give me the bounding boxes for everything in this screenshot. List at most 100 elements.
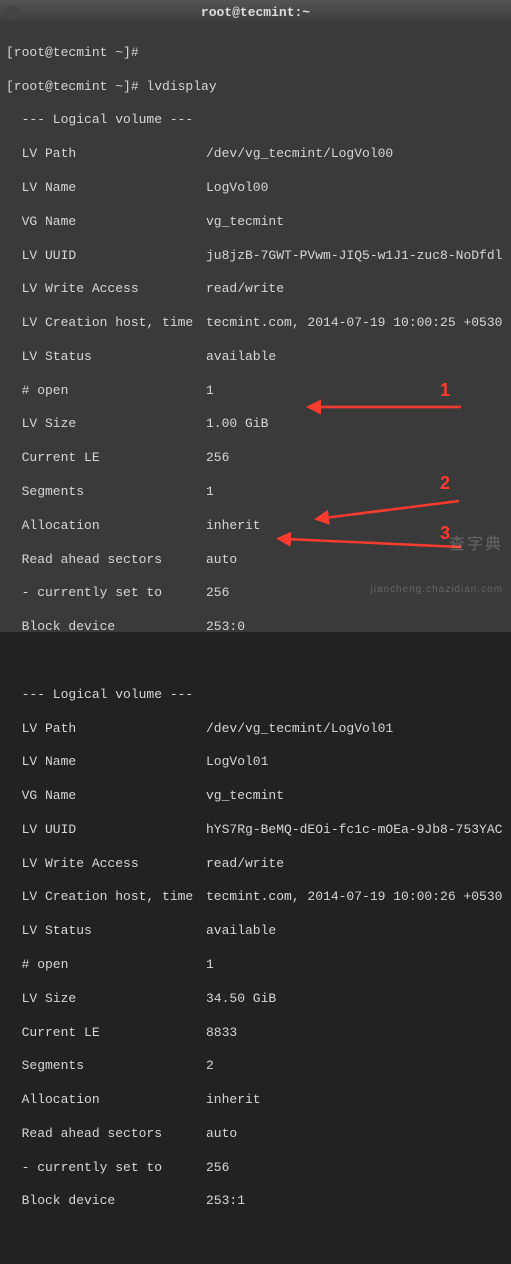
lv-row: Current LE256 (6, 450, 505, 467)
lv-key: LV Status (6, 923, 206, 940)
lv-row: - currently set to256 (6, 1160, 505, 1177)
lv-value: available (206, 923, 276, 938)
lv-row: LV UUIDju8jzB-7GWT-PVwm-JIQ5-w1J1-zuc8-N… (6, 248, 505, 265)
lv-key: # open (6, 383, 206, 400)
lv-key: VG Name (6, 788, 206, 805)
lv-value: 1.00 GiB (206, 416, 268, 431)
lv-value: inherit (206, 518, 261, 533)
annotation-label-2: 2 (440, 472, 450, 495)
lv-value: auto (206, 1126, 237, 1141)
lv-value: 256 (206, 585, 229, 600)
lv-key: Allocation (6, 518, 206, 535)
lv-key: Allocation (6, 1092, 206, 1109)
lv-row: VG Namevg_tecmint (6, 788, 505, 805)
section-header: --- Logical volume --- (6, 112, 505, 129)
lv-key: Read ahead sectors (6, 552, 206, 569)
prompt-line: [root@tecmint ~]# (6, 45, 505, 62)
lv-value: LogVol00 (206, 180, 268, 195)
lv-value: /dev/vg_tecmint/LogVol01 (206, 721, 393, 736)
watermark: 查字典 jiaocheng.chazidian.com (370, 505, 503, 626)
lv-key: LV Name (6, 754, 206, 771)
lv-value: vg_tecmint (206, 788, 284, 803)
watermark-line1: 查字典 (370, 536, 503, 554)
lv-key: LV Name (6, 180, 206, 197)
lv-key: Read ahead sectors (6, 1126, 206, 1143)
lv-key: LV Path (6, 721, 206, 738)
lv-value: 2 (206, 1058, 214, 1073)
lv-key: LV Size (6, 416, 206, 433)
lv-key: Current LE (6, 450, 206, 467)
lv-row: LV Statusavailable (6, 923, 505, 940)
lv-value: 253:1 (206, 1193, 245, 1208)
command-line: [root@tecmint ~]# lvdisplay (6, 79, 505, 96)
lv-key: Current LE (6, 1025, 206, 1042)
blank-line (6, 653, 505, 670)
lv-value: 256 (206, 1160, 229, 1175)
lv-key: LV Status (6, 349, 206, 366)
watermark-line2: jiaocheng.chazidian.com (370, 584, 503, 595)
lv-value: /dev/vg_tecmint/LogVol00 (206, 146, 393, 161)
lv-value: 1 (206, 484, 214, 499)
lv-row: LV NameLogVol01 (6, 754, 505, 771)
lv-key: LV Creation host, time (6, 889, 206, 906)
lv-key: VG Name (6, 214, 206, 231)
lv-key: LV Creation host, time (6, 315, 206, 332)
lv-row: LV Path/dev/vg_tecmint/LogVol00 (6, 146, 505, 163)
lv-row: LV UUIDhYS7Rg-BeMQ-dEOi-fc1c-mOEa-9Jb8-7… (6, 822, 505, 839)
lv-row: LV NameLogVol00 (6, 180, 505, 197)
lv-row: LV Size34.50 GiB (6, 991, 505, 1008)
lv-value: 8833 (206, 1025, 237, 1040)
lv-value: inherit (206, 1092, 261, 1107)
lv-value: hYS7Rg-BeMQ-dEOi-fc1c-mOEa-9Jb8-753YAC (206, 822, 502, 837)
lv-value: read/write (206, 281, 284, 296)
lv-key: LV UUID (6, 822, 206, 839)
lv-key: - currently set to (6, 585, 206, 602)
section-header: --- Logical volume --- (6, 687, 505, 704)
lv-row: Segments1 (6, 484, 505, 501)
annotation-label-1: 1 (440, 379, 450, 402)
lv-row: LV Creation host, timetecmint.com, 2014-… (6, 315, 505, 332)
lv-value: 1 (206, 383, 214, 398)
lv-row: LV Path/dev/vg_tecmint/LogVol01 (6, 721, 505, 738)
lv-row: LV Write Accessread/write (6, 856, 505, 873)
lv-value: 34.50 GiB (206, 991, 276, 1006)
lv-value: tecmint.com, 2014-07-19 10:00:25 +0530 (206, 315, 502, 330)
lv-key: Segments (6, 1058, 206, 1075)
lv-row: Current LE8833 (6, 1025, 505, 1042)
lv-row: Segments2 (6, 1058, 505, 1075)
lv-row: LV Statusavailable (6, 349, 505, 366)
lv-row: LV Creation host, timetecmint.com, 2014-… (6, 889, 505, 906)
lv-value: auto (206, 552, 237, 567)
lv-value: available (206, 349, 276, 364)
lv-key: Block device (6, 1193, 206, 1210)
lv-key: LV Size (6, 991, 206, 1008)
lv-value: 1 (206, 957, 214, 972)
lv-key: # open (6, 957, 206, 974)
lv-row: LV Write Accessread/write (6, 281, 505, 298)
lv-value: ju8jzB-7GWT-PVwm-JIQ5-w1J1-zuc8-NoDfdl (206, 248, 502, 263)
lv-value: 256 (206, 450, 229, 465)
lv-row: VG Namevg_tecmint (6, 214, 505, 231)
lv-key: Block device (6, 619, 206, 636)
lv-row: Allocationinherit (6, 1092, 505, 1109)
lv-value: vg_tecmint (206, 214, 284, 229)
lv-row: # open1 (6, 957, 505, 974)
close-icon[interactable] (6, 5, 20, 19)
lv-value: read/write (206, 856, 284, 871)
lv-key: LV Write Access (6, 281, 206, 298)
lv-row: Block device253:1 (6, 1193, 505, 1210)
lv-key: Segments (6, 484, 206, 501)
lv-key: LV Path (6, 146, 206, 163)
window-titlebar: root@tecmint:~ (0, 0, 511, 24)
window-title: root@tecmint:~ (201, 5, 310, 20)
lv-row: # open1 (6, 383, 505, 400)
lv-row: Read ahead sectorsauto (6, 1126, 505, 1143)
lv-value: tecmint.com, 2014-07-19 10:00:26 +0530 (206, 889, 502, 904)
lv-value: LogVol01 (206, 754, 268, 769)
lv-key: LV UUID (6, 248, 206, 265)
lv-row: LV Size1.00 GiB (6, 416, 505, 433)
window-controls (6, 5, 20, 19)
lv-key: LV Write Access (6, 856, 206, 873)
terminal-output[interactable]: [root@tecmint ~]# [root@tecmint ~]# lvdi… (0, 24, 511, 632)
lv-key: - currently set to (6, 1160, 206, 1177)
